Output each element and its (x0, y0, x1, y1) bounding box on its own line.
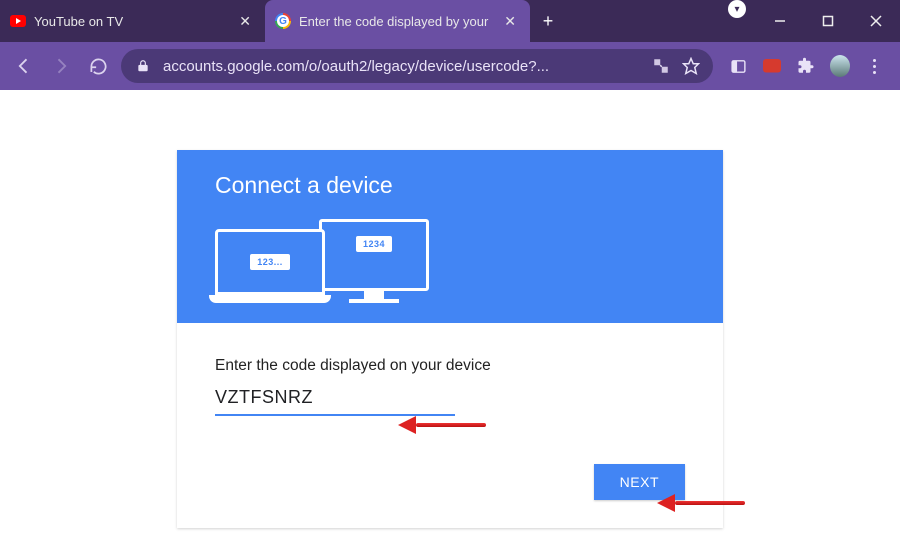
extension-icons (722, 56, 890, 76)
window-controls: ▾ (728, 0, 900, 42)
maximize-button[interactable] (804, 0, 852, 42)
translate-icon[interactable] (651, 56, 671, 76)
tab-title: YouTube on TV (34, 14, 123, 29)
card-body: Enter the code displayed on your device … (177, 323, 723, 528)
address-bar[interactable]: accounts.google.com/o/oauth2/legacy/devi… (121, 49, 713, 83)
tab-google-oauth[interactable]: Enter the code displayed by your ✕ (265, 0, 530, 42)
reload-button[interactable] (84, 52, 112, 80)
toolbar: accounts.google.com/o/oauth2/legacy/devi… (0, 42, 900, 90)
chevron-down-icon[interactable]: ▾ (728, 0, 746, 18)
devices-illustration: 123... 1234 (215, 219, 685, 303)
page-title: Connect a device (215, 172, 685, 199)
next-button[interactable]: NEXT (594, 464, 685, 500)
close-window-button[interactable] (852, 0, 900, 42)
forward-button[interactable] (47, 52, 75, 80)
star-icon[interactable] (681, 56, 701, 76)
monitor-code-badge: 1234 (356, 236, 392, 252)
page-viewport[interactable]: Connect a device 123... 1234 Enter the c… (0, 90, 900, 555)
url-text: accounts.google.com/o/oauth2/legacy/devi… (163, 58, 641, 75)
code-input[interactable] (215, 385, 455, 416)
google-icon (275, 13, 291, 29)
extensions-puzzle-icon[interactable] (796, 56, 816, 76)
code-input-label: Enter the code displayed on your device (215, 357, 685, 375)
monitor-icon: 1234 (319, 219, 429, 303)
lock-icon (133, 56, 153, 76)
tab-strip: YouTube on TV ✕ Enter the code displayed… (0, 0, 566, 42)
kebab-menu-icon[interactable] (864, 56, 884, 76)
side-panel-icon[interactable] (728, 56, 748, 76)
minimize-button[interactable] (756, 0, 804, 42)
youtube-icon (10, 13, 26, 29)
oauth-card: Connect a device 123... 1234 Enter the c… (177, 150, 723, 528)
browser-titlebar: YouTube on TV ✕ Enter the code displayed… (0, 0, 900, 42)
new-tab-button[interactable]: + (530, 0, 566, 42)
profile-avatar[interactable] (830, 56, 850, 76)
extension-red-icon[interactable] (762, 56, 782, 76)
close-icon[interactable]: ✕ (500, 13, 520, 30)
laptop-code-badge: 123... (250, 254, 290, 270)
back-button[interactable] (10, 52, 38, 80)
tab-youtube[interactable]: YouTube on TV ✕ (0, 0, 265, 42)
laptop-icon: 123... (215, 229, 325, 303)
close-icon[interactable]: ✕ (235, 13, 255, 30)
card-header: Connect a device 123... 1234 (177, 150, 723, 323)
tab-title: Enter the code displayed by your (299, 14, 488, 29)
